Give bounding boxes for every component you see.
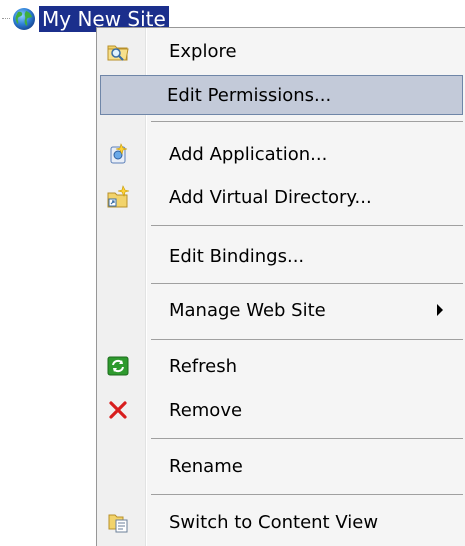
- menu-item-label: Edit Permissions...: [167, 84, 332, 106]
- menu-item-label: Remove: [169, 399, 243, 421]
- folder-search-icon: [107, 45, 129, 61]
- menu-item-refresh[interactable]: Refresh: [100, 346, 465, 386]
- menu-separator: [151, 121, 463, 122]
- menu-item-edit-bindings[interactable]: Edit Bindings...: [100, 236, 465, 276]
- menu-item-label: Switch to Content View: [169, 511, 379, 533]
- menu-separator: [151, 494, 463, 495]
- menu-item-switch-content-view[interactable]: Switch to Content View: [100, 502, 465, 542]
- menu-separator: [151, 438, 463, 439]
- menu-item-label: Refresh: [169, 355, 237, 377]
- menu-item-rename[interactable]: Rename: [100, 446, 465, 486]
- menu-item-label: Rename: [169, 455, 243, 477]
- menu-separator: [151, 283, 463, 284]
- menu-item-add-application[interactable]: Add Application...: [100, 134, 465, 174]
- refresh-icon: [107, 356, 129, 376]
- stage: My New Site Explore Edit Permissions...: [0, 0, 465, 546]
- menu-item-label: Add Virtual Directory...: [169, 186, 372, 208]
- menu-item-manage-web-site[interactable]: Manage Web Site: [100, 290, 465, 330]
- remove-x-icon: [109, 401, 127, 419]
- add-virtual-directory-icon: [107, 185, 130, 208]
- menu-item-explore[interactable]: Explore: [100, 31, 465, 71]
- menu-item-label: Edit Bindings...: [169, 245, 305, 267]
- tree-connector: [2, 18, 10, 20]
- menu-item-label: Explore: [169, 40, 237, 62]
- menu-item-edit-permissions[interactable]: Edit Permissions...: [100, 75, 463, 115]
- menu-item-label: Add Application...: [169, 143, 328, 165]
- menu-item-label: Manage Web Site: [169, 299, 326, 321]
- context-menu: Explore Edit Permissions... Add Applicat…: [96, 27, 465, 546]
- add-application-icon: [110, 143, 128, 164]
- menu-separator: [151, 225, 463, 226]
- submenu-arrow-icon: [437, 304, 443, 316]
- content-view-icon: [108, 514, 128, 533]
- globe-icon: [13, 8, 35, 30]
- menu-item-remove[interactable]: Remove: [100, 390, 465, 430]
- menu-separator: [151, 339, 463, 340]
- menu-item-add-virtual-directory[interactable]: Add Virtual Directory...: [100, 177, 465, 217]
